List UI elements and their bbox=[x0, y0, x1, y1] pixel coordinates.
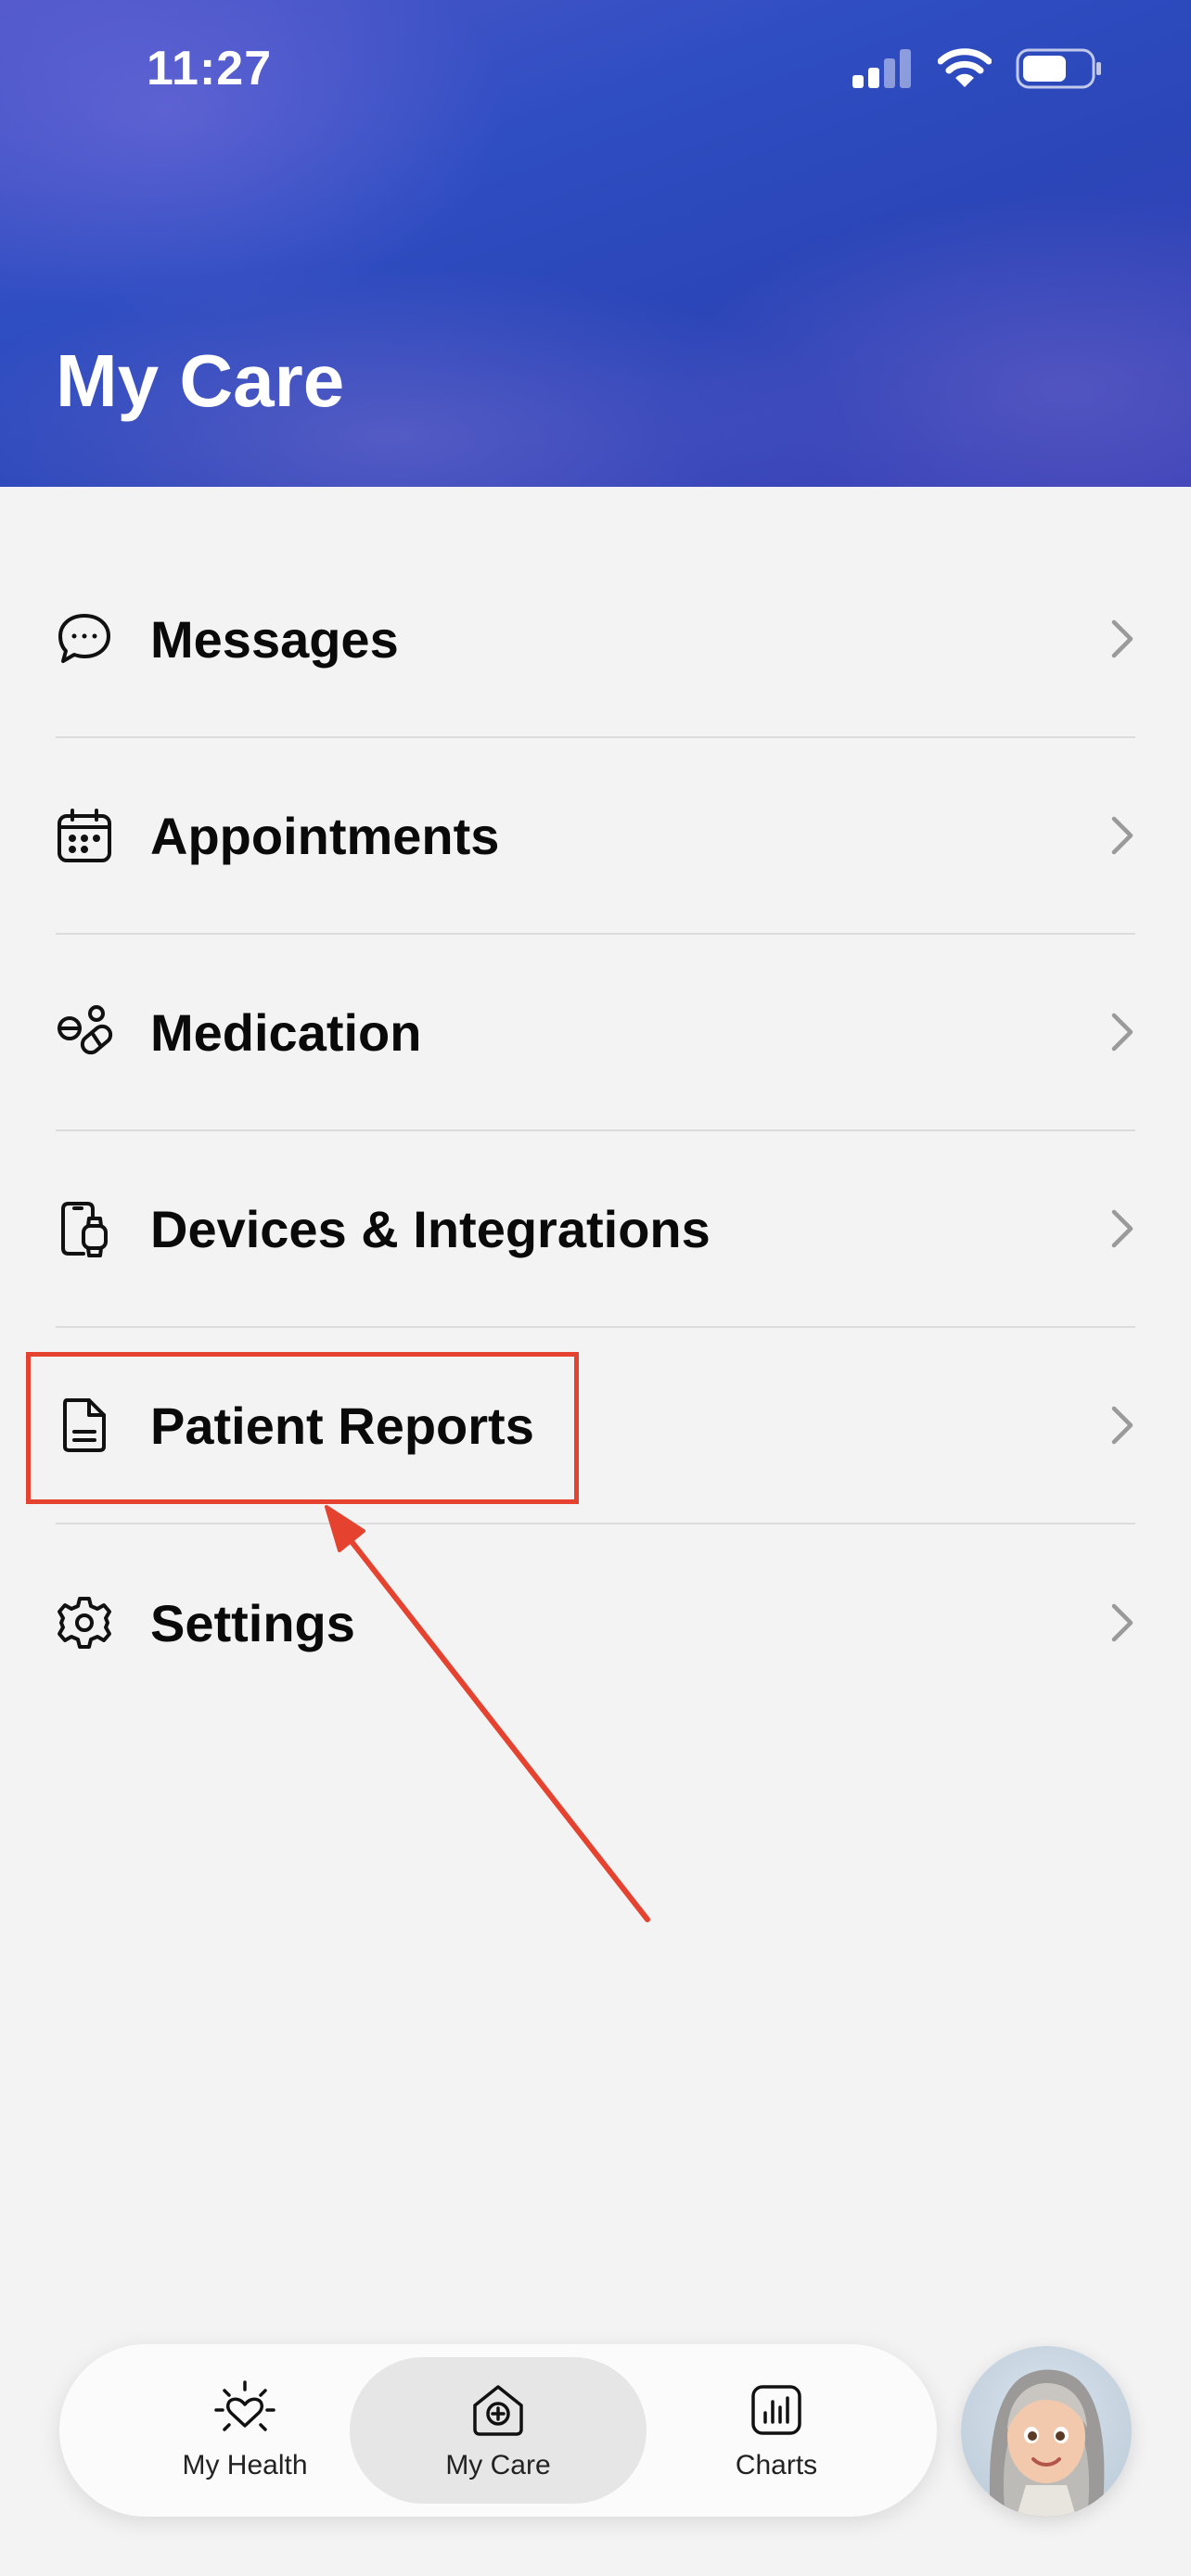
menu-item-appointments[interactable]: Appointments bbox=[56, 738, 1135, 935]
phone-watch-icon bbox=[56, 1200, 113, 1257]
tab-label: My Health bbox=[182, 2450, 308, 2480]
menu-item-label: Appointments bbox=[150, 806, 500, 865]
status-icons bbox=[852, 48, 1103, 89]
pills-icon bbox=[56, 1003, 113, 1061]
tab-charts[interactable]: Charts bbox=[628, 2357, 925, 2504]
chevron-right-icon bbox=[1111, 619, 1133, 658]
chevron-right-icon bbox=[1111, 1013, 1133, 1052]
tab-bar: My Health My Care Charts bbox=[59, 2344, 937, 2517]
annotation-highlight-box bbox=[26, 1352, 579, 1504]
menu-item-devices[interactable]: Devices & Integrations bbox=[56, 1131, 1135, 1328]
house-plus-icon bbox=[473, 2385, 523, 2436]
header: 11:27 My Care bbox=[0, 0, 1191, 487]
wifi-icon bbox=[938, 48, 992, 87]
cellular-signal-icon bbox=[852, 49, 911, 88]
calendar-icon bbox=[56, 807, 113, 864]
chat-bubble-icon bbox=[56, 610, 113, 668]
gear-icon bbox=[56, 1594, 113, 1651]
care-menu: Messages Appointments Medication Devices… bbox=[56, 542, 1135, 1721]
chevron-right-icon bbox=[1111, 1603, 1133, 1642]
tab-label: My Care bbox=[445, 2450, 551, 2480]
menu-item-label: Medication bbox=[150, 1002, 422, 1062]
menu-item-label: Messages bbox=[150, 609, 399, 669]
page-title: My Care bbox=[56, 339, 345, 422]
battery-icon bbox=[1016, 48, 1101, 89]
status-time: 11:27 bbox=[147, 42, 273, 96]
menu-item-medication[interactable]: Medication bbox=[56, 935, 1135, 1131]
tab-my-care[interactable]: My Care bbox=[350, 2357, 647, 2504]
menu-item-label: Settings bbox=[150, 1593, 355, 1652]
chevron-right-icon bbox=[1111, 1209, 1133, 1248]
chevron-right-icon bbox=[1111, 816, 1133, 855]
chevron-right-icon bbox=[1111, 1406, 1133, 1445]
menu-item-label: Devices & Integrations bbox=[150, 1199, 711, 1258]
tab-label: Charts bbox=[735, 2450, 818, 2480]
avatar-portrait bbox=[989, 2369, 1105, 2517]
heart-sun-icon bbox=[214, 2380, 275, 2431]
menu-item-settings[interactable]: Settings bbox=[56, 1524, 1135, 1721]
menu-item-messages[interactable]: Messages bbox=[56, 542, 1135, 738]
tab-my-health[interactable]: My Health bbox=[96, 2357, 393, 2504]
bar-chart-icon bbox=[751, 2385, 801, 2435]
user-avatar[interactable] bbox=[961, 2346, 1132, 2517]
